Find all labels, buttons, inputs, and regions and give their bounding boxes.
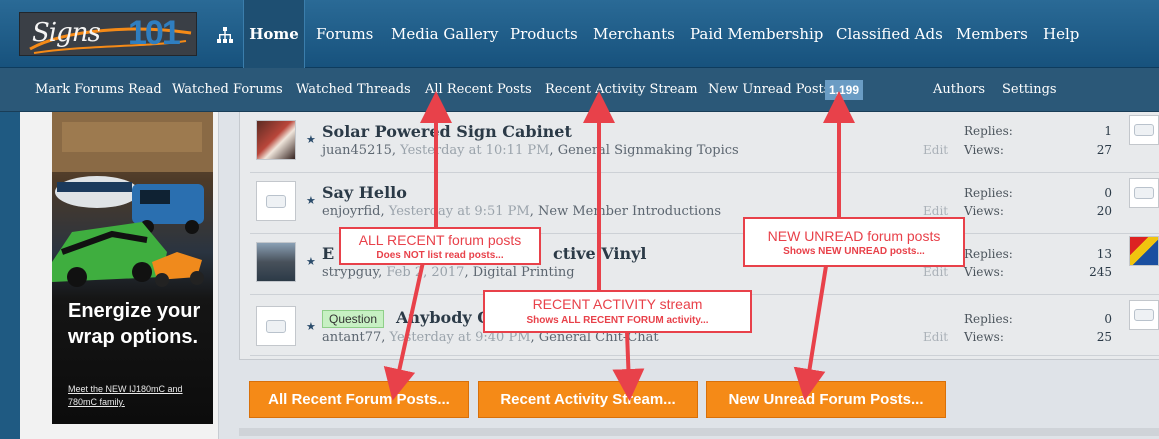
subnav-watched-forums[interactable]: Watched Forums [172,81,283,99]
avatar[interactable] [256,242,296,282]
thread-title[interactable]: Solar Powered Sign Cabinet [322,122,572,141]
subnav-watched-threads[interactable]: Watched Threads [296,81,411,99]
thread-time: Yesterday at 9:51 PM [388,204,530,219]
replies-label: Replies: [964,312,1013,326]
star-icon: ★ [306,320,316,333]
logo-wordmark: Signs [32,18,101,48]
replies-count: 13 [1096,247,1112,261]
nav-help[interactable]: Help [1043,22,1079,46]
views-count: 20 [1096,204,1112,218]
views-count: 245 [1089,265,1112,279]
replies-label: Replies: [964,247,1013,261]
callout-subtitle: Shows ALL RECENT FORUM activity... [526,315,709,326]
views-count: 27 [1096,143,1112,157]
callout-subtitle: Shows NEW UNREAD posts... [783,246,925,257]
ad-link[interactable]: Meet the NEW IJ180mC and 780mC family. [68,383,208,409]
thread-meta: enjoyrfid, Yesterday at 9:51 PM, New Mem… [322,204,722,219]
replies-count: 1 [1104,124,1112,138]
sub-navigation-bar: Mark Forums Read Watched Forums Watched … [0,68,1159,112]
thread-author[interactable]: strypguy [322,265,378,280]
all-recent-forum-posts-button[interactable]: All Recent Forum Posts... [249,381,469,418]
nav-media-gallery[interactable]: Media Gallery [391,22,498,46]
callout-subtitle: Does NOT list read posts... [376,250,504,261]
nav-merchants[interactable]: Merchants [593,22,675,46]
replies-count: 0 [1104,186,1112,200]
nav-paid-membership[interactable]: Paid Membership [690,22,823,46]
bottom-divider [239,428,1159,436]
last-poster-avatar[interactable] [1129,300,1159,330]
subnav-mark-forums-read[interactable]: Mark Forums Read [35,81,162,99]
ad-headline: Energize your wrap options. [68,300,201,348]
last-poster-avatar[interactable] [1129,115,1159,145]
thread-title[interactable]: Say Hello [322,183,407,202]
subnav-new-unread-posts[interactable]: New Unread Posts [708,81,830,99]
callout-all-recent: ALL RECENT forum posts Does NOT list rea… [339,227,541,265]
replies-label: Replies: [964,186,1013,200]
last-poster-avatar[interactable] [1129,178,1159,208]
subnav-recent-activity-stream[interactable]: Recent Activity Stream [545,81,698,99]
nav-products[interactable]: Products [510,22,578,46]
new-unread-forum-posts-button[interactable]: New Unread Forum Posts... [706,381,946,418]
thread-author[interactable]: juan45215 [322,143,392,158]
thread-forum[interactable]: Digital Printing [473,265,575,280]
avatar[interactable] [256,181,296,221]
nav-forums[interactable]: Forums [316,22,373,46]
views-label: Views: [964,204,1004,218]
unread-count-badge[interactable]: 1,199 [825,80,863,100]
thread-author[interactable]: enjoyrfid [322,204,380,219]
top-navigation-bar: Signs 101 Home Forums Media Gallery Prod… [0,0,1159,68]
views-label: Views: [964,330,1004,344]
thread-forum[interactable]: New Member Introductions [538,204,721,219]
star-icon: ★ [306,133,316,146]
placeholder-avatar-icon [1134,124,1154,136]
callout-title: RECENT ACTIVITY stream [532,296,703,312]
callout-title: NEW UNREAD forum posts [767,228,941,244]
site-logo[interactable]: Signs 101 [19,12,197,56]
sitemap-icon[interactable] [217,27,233,43]
placeholder-avatar-icon [266,195,286,208]
thread-time: Yesterday at 10:11 PM [400,143,550,158]
avatar[interactable] [256,306,296,346]
edit-link[interactable]: Edit [923,265,948,279]
subnav-authors[interactable]: Authors [933,81,985,99]
thread-meta: strypguy, Feb 2, 2017, Digital Printing [322,265,575,280]
logo-number: 101 [128,14,181,52]
thread-meta: juan45215, Yesterday at 10:11 PM, Genera… [322,143,739,158]
thread-time: Feb 2, 2017 [386,265,465,280]
callout-title: ALL RECENT forum posts [358,232,522,248]
sidebar-advertisement[interactable]: Energize your wrap options. Meet the NEW… [52,112,213,424]
subnav-settings[interactable]: Settings [1002,81,1057,99]
star-icon: ★ [306,194,316,207]
callout-recent-activity: RECENT ACTIVITY stream Shows ALL RECENT … [483,290,752,333]
edit-link[interactable]: Edit [923,204,948,218]
nav-classified-ads[interactable]: Classified Ads [836,22,943,46]
page-left-edge [0,112,20,439]
placeholder-avatar-icon [1134,187,1154,199]
views-label: Views: [964,143,1004,157]
avatar[interactable] [256,120,296,160]
ad-link-text[interactable]: Meet the NEW IJ180mC and 780mC family. [68,384,183,407]
edit-link[interactable]: Edit [923,143,948,157]
placeholder-avatar-icon [266,320,286,333]
thread-forum[interactable]: General Signmaking Topics [558,143,739,158]
views-label: Views: [964,265,1004,279]
nav-members[interactable]: Members [956,22,1028,46]
thread-title-end[interactable]: ctive Vinyl [553,244,646,263]
last-poster-avatar[interactable] [1129,236,1159,266]
ad-vehicles-image [52,112,213,287]
thread-author[interactable]: antant77 [322,330,381,345]
star-icon: ★ [306,255,316,268]
edit-link[interactable]: Edit [923,330,948,344]
replies-count: 0 [1104,312,1112,326]
question-prefix-badge[interactable]: Question [322,310,385,328]
replies-label: Replies: [964,124,1013,138]
subnav-all-recent-posts[interactable]: All Recent Posts [425,81,532,99]
placeholder-avatar-icon [1134,309,1154,321]
nav-home[interactable]: Home [243,0,305,68]
recent-activity-stream-button[interactable]: Recent Activity Stream... [478,381,698,418]
views-count: 25 [1096,330,1112,344]
callout-new-unread: NEW UNREAD forum posts Shows NEW UNREAD … [743,217,965,267]
thread-title[interactable]: E [322,244,334,263]
